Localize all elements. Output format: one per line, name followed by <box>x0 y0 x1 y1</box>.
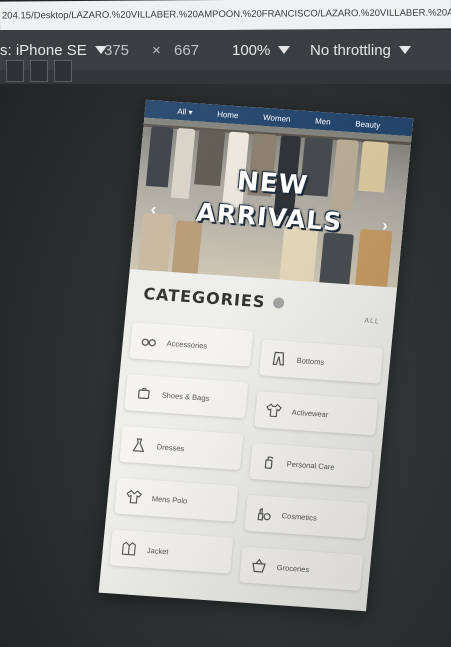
category-bottoms[interactable]: Bottoms <box>259 339 384 384</box>
category-label: Jacket <box>146 545 169 556</box>
category-grid: Accessories Bottoms Shoes & Bags Activew… <box>108 322 384 591</box>
dress-icon <box>130 437 147 454</box>
category-label: Bottoms <box>296 355 325 367</box>
garment-image <box>319 232 355 287</box>
mobile-viewport: All ▾ Home Women Men Beauty NEW ARRIVALS… <box>98 99 414 612</box>
category-personal-care[interactable]: Personal Care <box>249 442 374 488</box>
dot-icon <box>272 297 285 309</box>
polo-shirt-icon <box>125 488 142 505</box>
category-accessories[interactable]: Accessories <box>129 322 254 367</box>
chevron-right-icon[interactable]: › <box>376 218 393 235</box>
nav-item-beauty[interactable]: Beauty <box>355 119 381 130</box>
categories-title: CATEGORIES <box>142 284 267 312</box>
category-label: Groceries <box>276 562 310 574</box>
device-label: s: iPhone SE <box>0 41 87 59</box>
nav-item-home[interactable]: Home <box>217 109 239 119</box>
shoes-bag-icon <box>135 385 152 402</box>
nav-item-women[interactable]: Women <box>263 112 291 123</box>
pants-icon <box>270 350 287 367</box>
sunglasses-icon <box>140 333 157 350</box>
chevron-left-icon[interactable]: ‹ <box>145 201 162 219</box>
spray-bottle-icon <box>260 454 277 471</box>
viewport-height-input[interactable]: 667 <box>174 42 199 59</box>
devtools-tab[interactable] <box>30 60 48 82</box>
category-jacket[interactable]: Jacket <box>109 529 234 574</box>
throttle-selector[interactable]: No throttling <box>310 42 411 59</box>
zoom-label: 100% <box>232 41 271 59</box>
zoom-selector[interactable]: 100% <box>232 41 291 59</box>
address-bar[interactable]: 204.15/Desktop/LAZARO.%20VILLABER.%20AMP… <box>0 0 451 32</box>
view-all-link[interactable]: ALL <box>364 317 380 325</box>
nav-item-all[interactable]: All ▾ <box>177 106 193 116</box>
sports-shirt-icon <box>265 402 282 419</box>
category-activewear[interactable]: Activewear <box>254 391 379 436</box>
categories-header: CATEGORIES <box>143 284 388 320</box>
categories-section: CATEGORIES ALL Accessories Bottoms Shoes… <box>100 269 398 601</box>
category-label: Personal Care <box>286 458 336 472</box>
category-label: Activewear <box>291 407 329 419</box>
category-label: Dresses <box>156 441 185 453</box>
devtools-tab[interactable] <box>6 60 24 82</box>
category-groceries[interactable]: Groceries <box>239 546 364 591</box>
chevron-down-icon <box>398 46 411 54</box>
viewport-width-input[interactable]: 375 <box>104 42 129 59</box>
category-mens-polo[interactable]: Mens Polo <box>114 477 239 522</box>
throttle-label: No throttling <box>310 41 391 59</box>
nav-item-men[interactable]: Men <box>315 116 331 126</box>
jacket-icon <box>120 540 137 557</box>
basket-icon <box>250 557 267 574</box>
cosmetics-icon <box>255 505 272 522</box>
category-label: Mens Polo <box>151 493 188 506</box>
dimension-separator: × <box>152 41 161 59</box>
category-dresses[interactable]: Dresses <box>119 425 244 471</box>
category-label: Shoes & Bags <box>161 390 210 403</box>
category-label: Cosmetics <box>281 510 318 523</box>
devtools-tab[interactable] <box>54 60 72 82</box>
url-text: 204.15/Desktop/LAZARO.%20VILLABER.%20AMP… <box>1 7 451 22</box>
category-label: Accessories <box>166 338 208 351</box>
device-selector[interactable]: s: iPhone SE <box>0 42 107 59</box>
category-shoes-bags[interactable]: Shoes & Bags <box>124 374 249 419</box>
hero-banner[interactable]: NEW ARRIVALS ‹ › <box>129 117 412 288</box>
garment-image <box>171 220 203 277</box>
chevron-down-icon <box>278 46 291 54</box>
category-cosmetics[interactable]: Cosmetics <box>244 494 369 540</box>
